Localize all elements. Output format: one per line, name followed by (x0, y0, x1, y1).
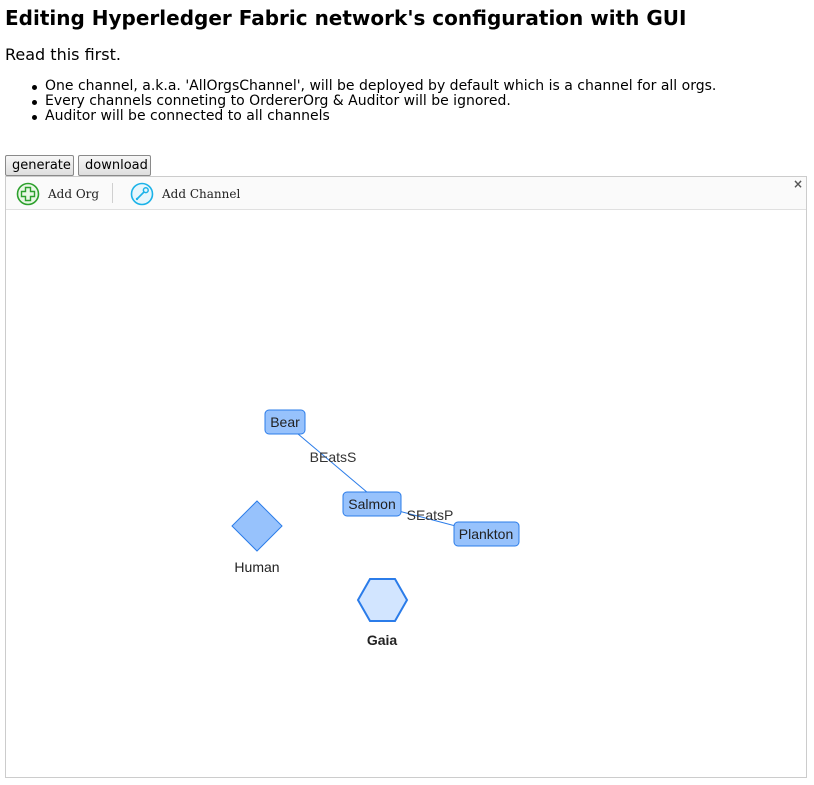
generate-button[interactable]: generate (5, 155, 74, 176)
intro-text: Read this first. (5, 45, 121, 64)
org-node-label: Human (234, 559, 279, 575)
edge-label-seatsp[interactable]: SEatsP (407, 507, 454, 523)
notes-list: One channel, a.k.a. 'AllOrgsChannel', wi… (31, 78, 717, 124)
org-node-gaia[interactable]: Gaia (356, 578, 409, 648)
org-node-plankton[interactable]: Plankton (453, 521, 520, 547)
org-node-label: Salmon (348, 496, 395, 512)
org-node-label: Bear (270, 414, 300, 430)
note-item: Every channels conneting to OrdererOrg &… (31, 94, 716, 109)
org-node-label: Plankton (459, 526, 513, 542)
org-node-label: Gaia (367, 632, 398, 648)
network-editor[interactable]: Add Org Add Channel × BEatsS SEatsP Bear (5, 176, 807, 778)
org-node-bear[interactable]: Bear (264, 409, 306, 435)
org-node-salmon[interactable]: Salmon (342, 491, 402, 517)
download-button[interactable]: download (78, 155, 151, 176)
org-node-human[interactable]: Human (231, 500, 283, 575)
network-graph[interactable]: BEatsS SEatsP Bear Salmon Plankton Human… (6, 177, 806, 777)
edge-label-beatss[interactable]: BEatsS (310, 449, 357, 465)
page-title: Editing Hyperledger Fabric network's con… (5, 6, 687, 30)
note-item: One channel, a.k.a. 'AllOrgsChannel', wi… (31, 78, 717, 94)
note-item: Auditor will be connected to all channel… (31, 109, 716, 124)
